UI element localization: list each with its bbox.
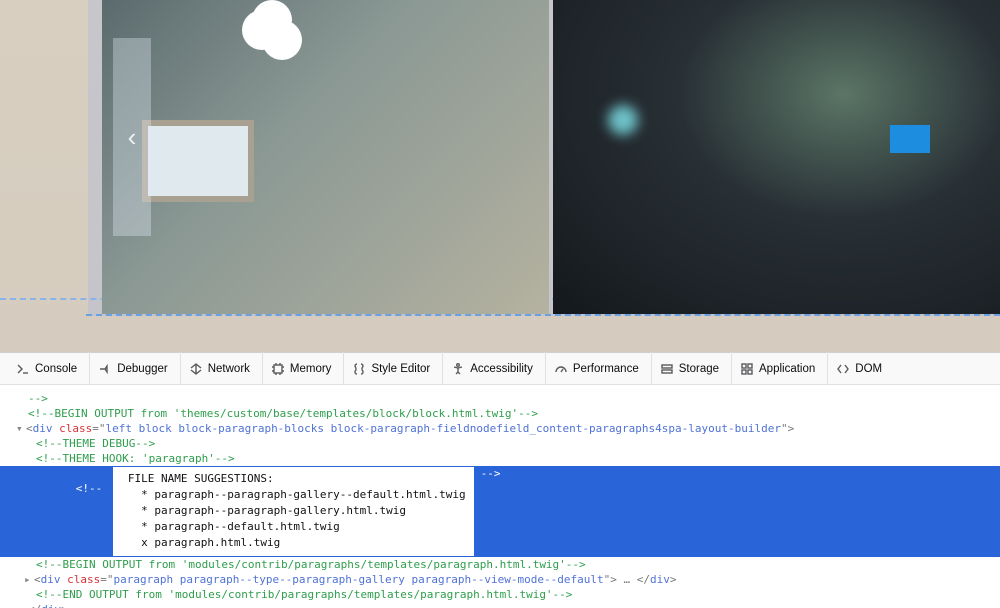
tab-network[interactable]: Network: [180, 352, 258, 385]
element-div[interactable]: ▸<div class="paragraph paragraph--type--…: [0, 572, 1000, 587]
tab-console[interactable]: Console: [8, 352, 85, 385]
devtools-tabs: Console Debugger Network Memory Style Ed…: [0, 352, 1000, 385]
comment-line[interactable]: <!--BEGIN OUTPUT from 'modules/contrib/p…: [0, 557, 1000, 572]
tab-label: Performance: [573, 363, 639, 375]
accessibility-icon: [451, 362, 465, 376]
tab-application[interactable]: Application: [731, 352, 823, 385]
comment-line[interactable]: <!--THEME HOOK: 'paragraph'-->: [0, 451, 1000, 466]
comment-line[interactable]: <!--END OUTPUT from 'modules/contrib/par…: [0, 587, 1000, 602]
tab-label: Console: [35, 363, 77, 375]
gallery-image-1[interactable]: [102, 0, 549, 314]
tab-accessibility[interactable]: Accessibility: [442, 352, 541, 385]
tab-label: Application: [759, 363, 815, 375]
tab-dom[interactable]: DOM: [827, 352, 890, 385]
network-icon: [189, 362, 203, 376]
gallery-image-2[interactable]: [553, 0, 1000, 314]
comment-line[interactable]: <!--THEME DEBUG-->: [0, 436, 1000, 451]
tooltip-heading: FILE NAME SUGGESTIONS:: [121, 471, 465, 487]
application-icon: [740, 362, 754, 376]
tooltip-item: * paragraph--paragraph-gallery--default.…: [121, 487, 465, 503]
markup-pane[interactable]: --> <!--BEGIN OUTPUT from 'themes/custom…: [0, 385, 1000, 608]
tab-storage[interactable]: Storage: [651, 352, 727, 385]
dom-icon: [836, 362, 850, 376]
selected-node[interactable]: <!-- FILE NAME SUGGESTIONS: * paragraph-…: [0, 466, 1000, 557]
file-name-suggestions-tooltip: FILE NAME SUGGESTIONS: * paragraph--para…: [112, 466, 474, 557]
tab-label: Accessibility: [470, 363, 533, 375]
comment-line[interactable]: <!--BEGIN OUTPUT from 'themes/custom/bas…: [0, 406, 1000, 421]
tab-style-editor[interactable]: Style Editor: [343, 352, 438, 385]
tab-performance[interactable]: Performance: [545, 352, 647, 385]
tab-label: Style Editor: [371, 363, 430, 375]
element-close-div[interactable]: </div>: [0, 602, 1000, 608]
memory-icon: [271, 362, 285, 376]
image-gallery: [102, 0, 1000, 314]
tab-label: Debugger: [117, 363, 168, 375]
twisty-collapsed-icon[interactable]: ▸: [24, 572, 34, 587]
tab-label: Network: [208, 363, 250, 375]
console-icon: [16, 362, 30, 376]
chevron-left-icon: ‹: [128, 122, 137, 153]
tooltip-item: * paragraph--default.html.twig: [121, 519, 465, 535]
carousel-prev-button[interactable]: ‹: [113, 38, 151, 236]
tab-label: Memory: [290, 363, 332, 375]
tab-debugger[interactable]: Debugger: [89, 352, 176, 385]
tab-label: DOM: [855, 363, 882, 375]
twisty-expanded-icon[interactable]: ▾: [16, 421, 26, 436]
tooltip-item: x paragraph.html.twig: [121, 535, 465, 551]
tab-memory[interactable]: Memory: [262, 352, 340, 385]
page-preview: ‹: [0, 0, 1000, 352]
storage-icon: [660, 362, 674, 376]
tab-label: Storage: [679, 363, 719, 375]
performance-icon: [554, 362, 568, 376]
tooltip-item: * paragraph--paragraph-gallery.html.twig: [121, 503, 465, 519]
style-editor-icon: [352, 362, 366, 376]
debugger-icon: [98, 362, 112, 376]
element-div[interactable]: ▾<div class="left block block-paragraph-…: [0, 421, 1000, 436]
comment-line[interactable]: -->: [0, 391, 1000, 406]
